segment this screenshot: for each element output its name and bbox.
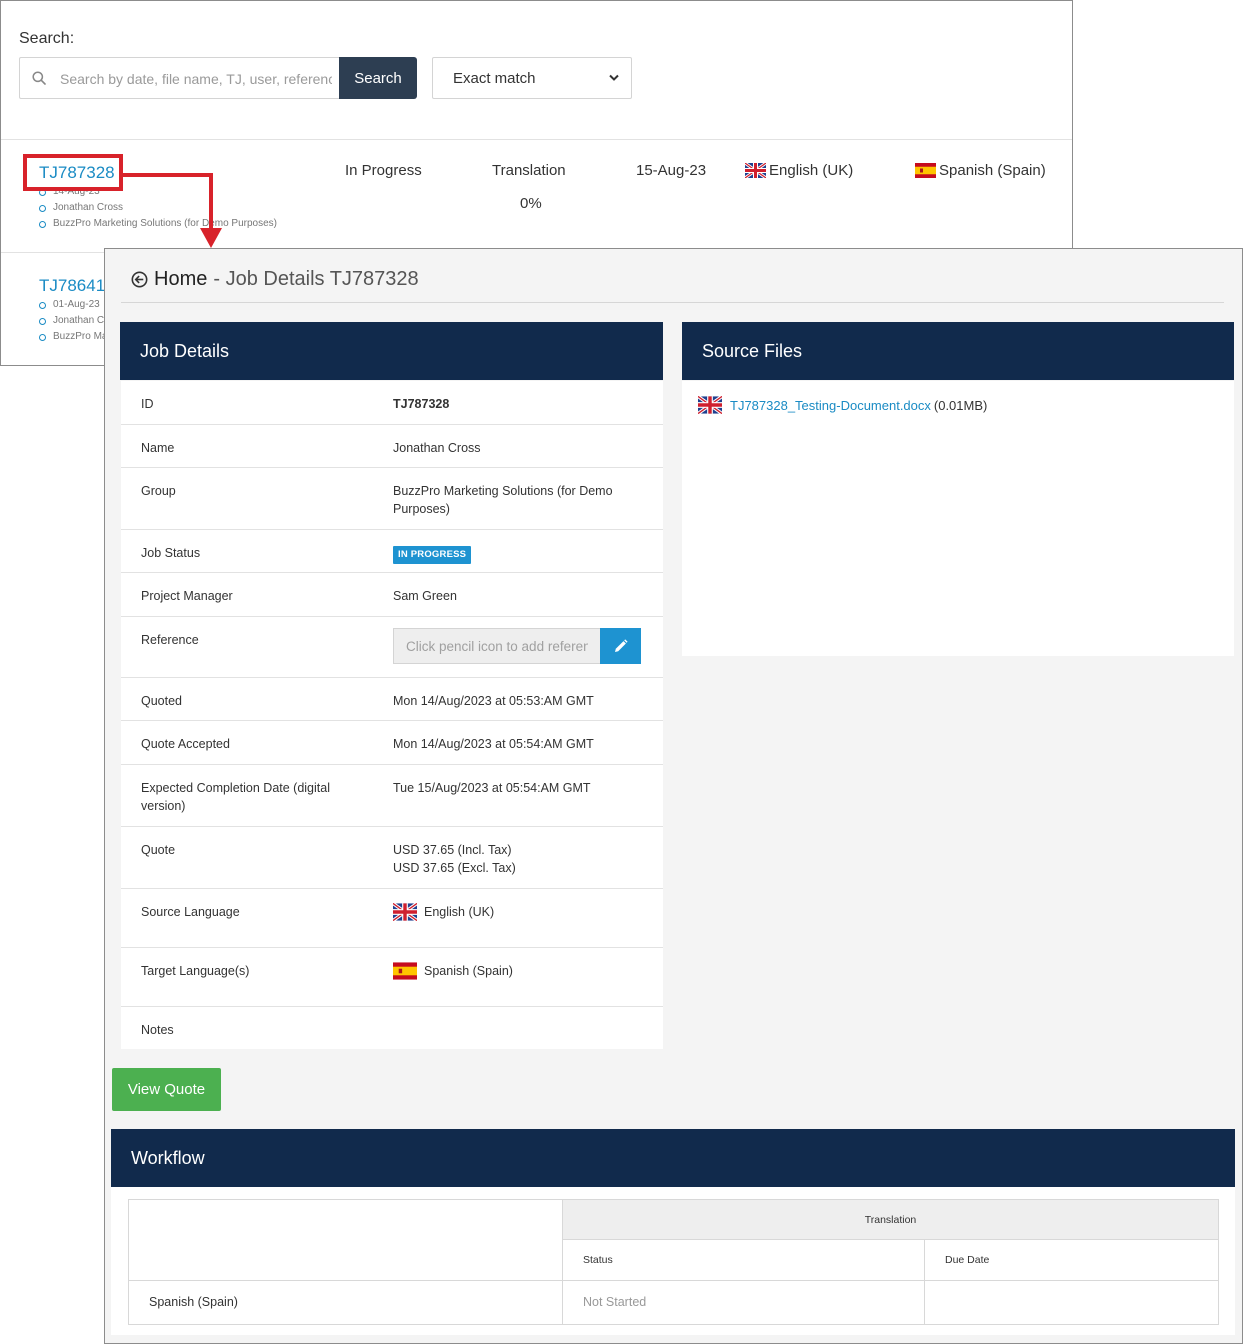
job-progress: 0% (520, 195, 542, 212)
workflow-col-due: Due Date (924, 1239, 1219, 1281)
source-files-header: Source Files (682, 322, 1234, 380)
bullet-icon (39, 204, 46, 212)
table-row: Source Language English (UK) (121, 889, 663, 948)
divider (1, 139, 1072, 140)
uk-flag-icon (393, 903, 417, 921)
breadcrumb-page: - Job Details TJ787328 (213, 268, 419, 290)
job-status: In Progress (345, 162, 422, 179)
job-meta-list: 14-Aug-23 Jonathan Cross BuzzPro Marketi… (39, 184, 277, 232)
source-file-size: (0.01MB) (933, 397, 988, 413)
search-input[interactable] (60, 67, 332, 91)
reference-field (393, 628, 641, 664)
list-item: Jonathan Cross (39, 200, 277, 216)
status-badge: IN PROGRESS (393, 546, 472, 564)
job-details-window: Home - Job Details TJ787328 Job Details … (104, 248, 1243, 1344)
table-row: Spanish (Spain) Not Started (128, 1279, 1219, 1326)
workflow-group-header: Translation (562, 1198, 1219, 1241)
job-id-value: TJ787328 (393, 397, 450, 411)
source-file-link[interactable]: TJ787328_Testing-Document.docx (730, 398, 931, 413)
breadcrumb-home[interactable]: Home (154, 268, 207, 291)
divider (121, 302, 1224, 303)
table-row: Quote USD 37.65 (Incl. Tax) USD 37.65 (E… (121, 827, 663, 889)
bullet-icon (39, 301, 46, 309)
bullet-icon (39, 317, 46, 325)
uk-flag-icon (698, 396, 722, 414)
workflow-due (924, 1279, 1219, 1326)
uk-flag-icon (745, 163, 766, 178)
job-task: Translation (492, 162, 566, 179)
job-details-table: ID TJ787328 Name Jonathan Cross Group Bu… (121, 381, 663, 1049)
search-button[interactable]: Search (339, 57, 417, 99)
table-row: Job Status IN PROGRESS (121, 530, 663, 573)
table-row: Expected Completion Date (digital versio… (121, 765, 663, 827)
job-source-language: English (UK) (745, 162, 853, 179)
table-row: ID TJ787328 (121, 381, 663, 425)
view-quote-button[interactable]: View Quote (112, 1068, 221, 1111)
workflow-table: Translation Status Due Date Spanish (Spa… (128, 1198, 1219, 1326)
table-row: Project Manager Sam Green (121, 573, 663, 617)
spain-flag-icon (915, 163, 936, 178)
workflow-corner-cell (128, 1199, 563, 1281)
workflow-col-status: Status (562, 1239, 925, 1281)
workflow-language: Spanish (Spain) (128, 1279, 563, 1326)
job-target-language: Spanish (Spain) (915, 162, 1046, 179)
quote-excl-tax: USD 37.65 (Excl. Tax) (393, 861, 516, 875)
back-arrow-icon[interactable] (131, 271, 148, 288)
job-details-header: Job Details (120, 322, 663, 380)
workflow-header: Workflow (111, 1129, 1235, 1187)
job-due-date: 15-Aug-23 (636, 162, 707, 179)
search-field[interactable] (19, 57, 340, 99)
table-row: Reference (121, 617, 663, 678)
reference-input[interactable] (393, 628, 600, 664)
bullet-icon (39, 333, 46, 341)
search-icon (32, 71, 46, 85)
quote-incl-tax: USD 37.65 (Incl. Tax) (393, 843, 512, 857)
match-mode-value: Exact match (453, 69, 536, 87)
match-mode-select[interactable]: Exact match (432, 57, 632, 99)
table-row: Quote Accepted Mon 14/Aug/2023 at 05:54:… (121, 721, 663, 765)
chevron-down-icon (609, 74, 619, 81)
list-item: BuzzPro Marketing Solutions (for Demo Pu… (39, 216, 277, 232)
search-label: Search: (19, 30, 75, 47)
edit-reference-button[interactable] (600, 628, 641, 664)
breadcrumb: Home - Job Details TJ787328 (131, 268, 419, 291)
table-row: Group BuzzPro Marketing Solutions (for D… (121, 468, 663, 530)
workflow-panel: Translation Status Due Date Spanish (Spa… (111, 1187, 1235, 1335)
table-row: Target Language(s) Spanish (Spain) (121, 948, 663, 1007)
table-row: Notes (141, 1023, 174, 1037)
highlight-box (23, 154, 123, 191)
bullet-icon (39, 220, 46, 228)
workflow-status: Not Started (562, 1279, 925, 1326)
table-row: Quoted Mon 14/Aug/2023 at 05:53:AM GMT (121, 678, 663, 721)
spain-flag-icon (393, 962, 417, 980)
source-file-row: TJ787328_Testing-Document.docx (0.01MB) (698, 396, 987, 414)
pencil-icon (615, 638, 628, 652)
source-files-panel: TJ787328_Testing-Document.docx (0.01MB) (682, 381, 1234, 656)
table-row: Name Jonathan Cross (121, 425, 663, 468)
